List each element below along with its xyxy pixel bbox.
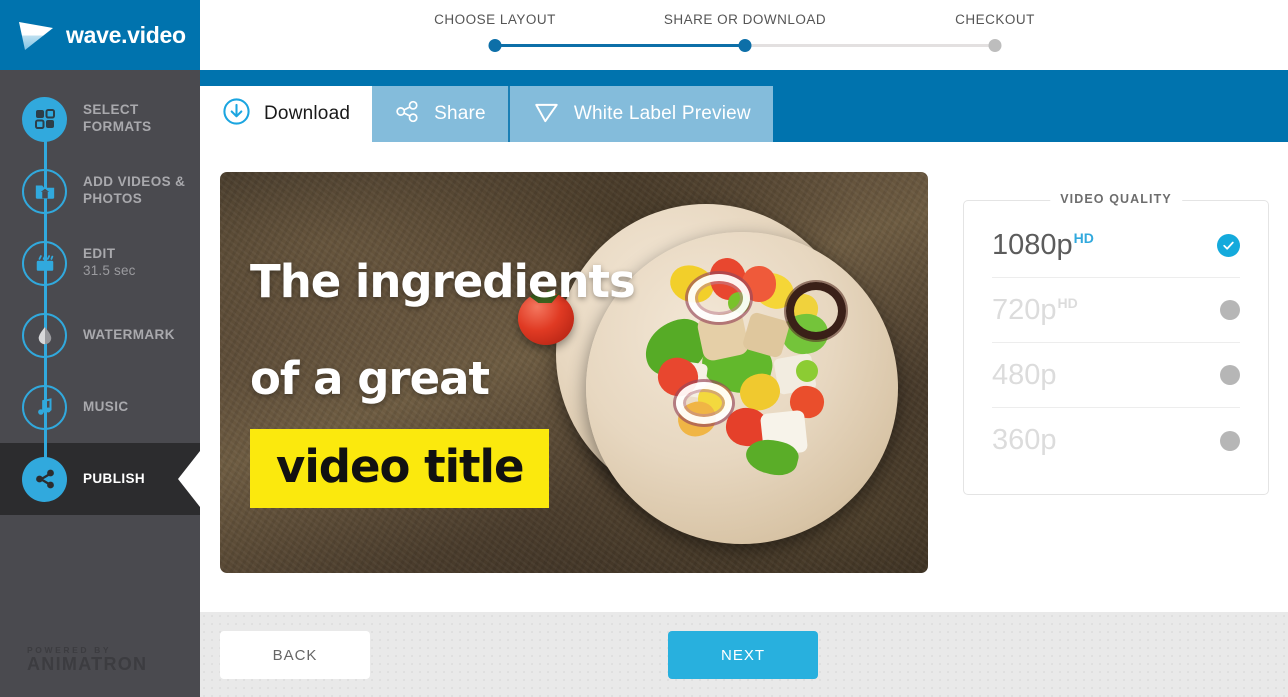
- tab-white-label-preview[interactable]: White Label Preview: [507, 86, 773, 142]
- sidebar-item-label: MUSIC: [83, 398, 129, 414]
- progress-step-label-2: SHARE OR DOWNLOAD: [663, 12, 827, 27]
- wave-play-logo-icon: [17, 18, 55, 52]
- tab-share[interactable]: Share: [372, 86, 508, 142]
- quality-option-360p[interactable]: 360p: [992, 408, 1240, 473]
- preview-title-line-1: The ingredients: [250, 255, 636, 308]
- quality-option-label: 360p: [992, 424, 1058, 457]
- active-step-notch: [178, 451, 200, 507]
- progress-step-label-1: CHOOSE LAYOUT: [434, 12, 556, 27]
- tab-list: Download Share White Label Preview: [200, 86, 773, 142]
- sidebar-item-watermark[interactable]: WATERMARK: [0, 299, 200, 371]
- tabs-bar: Download Share White Label Preview: [200, 70, 1288, 142]
- brand-logo[interactable]: wave.video: [0, 0, 200, 70]
- taco-scene-image: [518, 196, 910, 556]
- sidebar-item-sublabel: 31.5 sec: [83, 263, 136, 278]
- hd-badge: HD: [1073, 229, 1094, 246]
- quality-label-text: 720p: [992, 293, 1057, 326]
- checkmark-icon[interactable]: [1217, 233, 1240, 257]
- tab-label: Download: [264, 103, 351, 124]
- quality-option-720p[interactable]: 720pHD: [992, 278, 1240, 343]
- sidebar-item-music[interactable]: MUSIC: [0, 371, 200, 443]
- preview-title-highlight: video title: [250, 429, 550, 508]
- quality-label-text: 360p: [992, 424, 1057, 456]
- sidebar-item-add-videos-photos[interactable]: ADD VIDEOS & PHOTOS: [0, 155, 200, 227]
- download-circle-icon: [222, 97, 251, 132]
- next-button[interactable]: NEXT: [668, 631, 818, 679]
- radio-icon[interactable]: [1220, 365, 1240, 385]
- progress-step-label-3: CHECKOUT: [955, 12, 1035, 27]
- sidebar-item-label: WATERMARK: [83, 326, 175, 342]
- tab-label: Share: [434, 103, 486, 124]
- music-note-icon: [22, 384, 67, 430]
- share-nodes-icon: [22, 456, 67, 502]
- radio-icon[interactable]: [1220, 430, 1240, 451]
- progress-dot-choose-layout[interactable]: [488, 39, 502, 52]
- sidebar-item-select-formats[interactable]: SELECT FORMATS: [0, 83, 200, 155]
- preview-title-line-2: of a great: [250, 352, 490, 405]
- powered-by-animatron: POWERED BY ANIMATRON: [27, 645, 148, 675]
- clapperboard-icon: [22, 240, 67, 286]
- quality-option-1080p[interactable]: 1080pHD: [992, 213, 1240, 278]
- media-folder-icon: [22, 168, 67, 214]
- quality-option-label: 720pHD: [992, 294, 1078, 327]
- wave-video-publish-screen: wave.video SELECT FORMATS ADD VIDEOS & P…: [0, 0, 1288, 697]
- progress-labels: CHOOSE LAYOUT SHARE OR DOWNLOAD CHECKOUT: [200, 0, 1288, 36]
- quality-label-text: 1080p: [992, 228, 1073, 261]
- progress-header: CHOOSE LAYOUT SHARE OR DOWNLOAD CHECKOUT: [200, 0, 1288, 70]
- tab-download[interactable]: Download: [200, 86, 373, 142]
- sidebar-item-label: PUBLISH: [83, 470, 146, 486]
- animatron-label: ANIMATRON: [27, 654, 148, 675]
- share-nodes-icon: [394, 98, 421, 131]
- video-quality-panel: VIDEO QUALITY 1080pHD 720pHD 480p 360p: [963, 192, 1269, 495]
- video-preview[interactable]: The ingredients of a great video title: [220, 172, 928, 573]
- quality-option-480p[interactable]: 480p: [992, 343, 1240, 408]
- quality-option-label: 1080pHD: [992, 229, 1094, 262]
- sidebar-item-edit[interactable]: EDIT 31.5 sec: [0, 227, 200, 299]
- footer-actions: BACK NEXT: [200, 612, 1288, 697]
- quality-option-label: 480p: [992, 359, 1058, 392]
- progress-dot-share-or-download[interactable]: [738, 39, 752, 52]
- sidebar-item-label: ADD VIDEOS & PHOTOS: [83, 174, 186, 206]
- sidebar-item-label: SELECT FORMATS: [83, 102, 152, 134]
- main-content: The ingredients of a great video title V…: [200, 142, 1288, 612]
- formats-icon: [22, 96, 67, 142]
- brand-name: wave.video: [66, 21, 186, 48]
- preview-highlight-text: video title: [276, 440, 524, 493]
- video-quality-title: VIDEO QUALITY: [1050, 192, 1182, 206]
- progress-dot-checkout[interactable]: [988, 39, 1002, 52]
- droplet-icon: [22, 312, 67, 358]
- sidebar-item-label: EDIT: [83, 246, 116, 262]
- play-triangle-icon: [532, 97, 561, 132]
- back-button[interactable]: BACK: [220, 631, 370, 679]
- sidebar: wave.video SELECT FORMATS ADD VIDEOS & P…: [0, 0, 200, 697]
- progress-fill: [495, 44, 745, 47]
- quality-label-text: 480p: [992, 358, 1057, 391]
- sidebar-steps: SELECT FORMATS ADD VIDEOS & PHOTOS EDIT …: [0, 70, 200, 515]
- sidebar-item-publish[interactable]: PUBLISH: [0, 443, 200, 515]
- radio-icon[interactable]: [1220, 300, 1240, 320]
- tab-label: White Label Preview: [573, 103, 751, 124]
- hd-badge: HD: [1057, 294, 1078, 311]
